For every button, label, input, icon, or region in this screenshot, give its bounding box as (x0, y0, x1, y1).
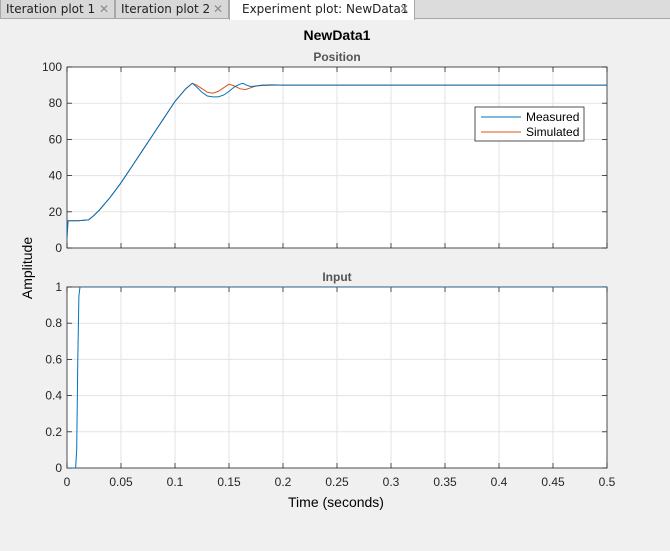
x-tick-label: 0.4 (491, 475, 508, 489)
y-tick-label: 0 (55, 241, 62, 255)
y-tick-label: 0 (55, 461, 62, 475)
x-tick-label: 0.35 (433, 475, 457, 489)
close-icon[interactable]: ✕ (399, 0, 409, 18)
close-icon[interactable]: ✕ (99, 0, 109, 18)
y-tick-label: 40 (49, 169, 63, 183)
y-tick-label: 0.2 (45, 425, 62, 439)
tab-label: Iteration plot 1 (6, 2, 96, 16)
y-tick-label: 80 (49, 96, 63, 110)
y-tick-label: 0.4 (45, 389, 62, 403)
tab-iteration-plot-2[interactable]: Iteration plot 2 ✕ (115, 0, 229, 19)
y-tick-label: 100 (42, 60, 62, 74)
x-axis-label: Time (seconds) (288, 494, 384, 510)
tab-iteration-plot-1[interactable]: Iteration plot 1 ✕ (0, 0, 115, 19)
axes-title: Input (322, 270, 351, 284)
close-icon[interactable]: ✕ (213, 0, 223, 18)
x-tick-label: 0 (64, 475, 71, 489)
y-tick-label: 0.6 (45, 352, 62, 366)
legend-label-measured: Measured (526, 110, 579, 124)
legend-label-simulated: Simulated (526, 125, 579, 139)
x-tick-label: 0.15 (217, 475, 241, 489)
tab-label: Experiment plot: NewData1 (242, 2, 409, 16)
figure-area: NewData1 Amplitude Time (seconds) 0 20 40 6… (0, 20, 670, 546)
y-tick-label: 0.8 (45, 316, 62, 330)
x-tick-label: 0.25 (325, 475, 349, 489)
figure-title: NewData1 (304, 27, 371, 43)
axes-title: Position (313, 50, 360, 64)
y-tick-label: 1 (55, 280, 62, 294)
tab-label: Iteration plot 2 (121, 2, 211, 16)
y-axis-label: Amplitude (19, 237, 35, 299)
input-axes[interactable]: 0 0.05 0.1 0.15 0.2 0.25 0.3 0.35 0.4 0.45 0.5 0 0.2… (45, 270, 615, 489)
y-tick-label: 20 (49, 205, 63, 219)
x-tick-label: 0.2 (275, 475, 292, 489)
x-tick-label: 0.5 (599, 475, 616, 489)
x-tick-label: 0.1 (167, 475, 184, 489)
x-tick-label: 0.05 (109, 475, 133, 489)
x-tick-label: 0.3 (383, 475, 400, 489)
tab-experiment-plot-newdata1[interactable]: Experiment plot: NewData1 ✕ (229, 0, 415, 20)
figure-canvas: NewData1 Amplitude Time (seconds) 0 20 40 6… (19, 27, 616, 510)
position-axes[interactable]: 0 20 40 60 80 100 Position MeasuredSimulated (42, 50, 608, 255)
y-tick-label: 60 (49, 132, 63, 146)
tab-bar: Iteration plot 1 ✕ Iteration plot 2 ✕ Ex… (0, 0, 670, 20)
x-tick-label: 0.45 (541, 475, 565, 489)
